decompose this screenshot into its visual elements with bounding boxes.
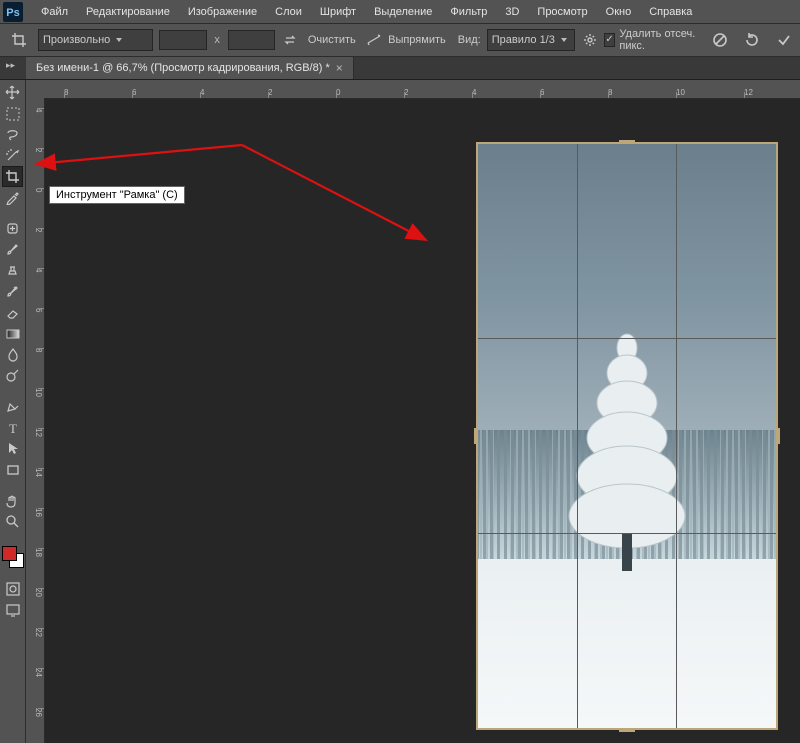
delete-cropped-label: Удалить отсеч. пикс.: [619, 28, 704, 52]
zoom-tool[interactable]: [2, 511, 23, 532]
clone-stamp-tool[interactable]: [2, 260, 23, 281]
aspect-ratio-dropdown[interactable]: Произвольно: [38, 29, 153, 51]
ruler-tick: 20: [34, 588, 43, 597]
menu-window[interactable]: Окно: [597, 2, 641, 22]
ruler-tick: 12: [34, 428, 43, 437]
marquee-tool[interactable]: [2, 103, 23, 124]
dimension-separator: x: [213, 34, 222, 46]
lasso-tool[interactable]: [2, 124, 23, 145]
ruler-tick: 18: [34, 548, 43, 557]
screen-mode-toggle[interactable]: [2, 599, 23, 620]
crop-handle-top[interactable]: [619, 140, 635, 144]
image-content-tree: [557, 318, 697, 598]
brush-tool[interactable]: [2, 239, 23, 260]
healing-brush-tool[interactable]: [2, 218, 23, 239]
eyedropper-tool[interactable]: [2, 187, 23, 208]
photoshop-logo: Ps: [0, 0, 26, 23]
quickmask-toggle[interactable]: [2, 578, 23, 599]
ruler-tick: 16: [34, 508, 43, 517]
aspect-ratio-label: Произвольно: [43, 34, 110, 46]
ruler-tick: 26: [34, 708, 43, 717]
canvas-area[interactable]: 8642024681012 4202468101214161820222426: [26, 80, 800, 743]
menu-help[interactable]: Справка: [640, 2, 701, 22]
workspace: T 8642024681012 420246810121416182022242…: [0, 80, 800, 743]
vertical-ruler[interactable]: 4202468101214161820222426: [26, 98, 45, 743]
overlay-view-value: Правило 1/3: [492, 34, 555, 46]
crop-tool[interactable]: [2, 166, 23, 187]
clear-button[interactable]: Очистить: [304, 29, 360, 51]
chevron-down-icon: [561, 38, 567, 42]
menu-select[interactable]: Выделение: [365, 2, 441, 22]
ruler-tick: 10: [676, 88, 685, 97]
menu-3d[interactable]: 3D: [496, 2, 528, 22]
menu-filter[interactable]: Фильтр: [441, 2, 496, 22]
swap-dimensions-button[interactable]: [281, 30, 297, 50]
options-bar: Произвольно x Очистить Выпрямить Вид: Пр…: [0, 24, 800, 57]
reset-crop-button[interactable]: [742, 30, 762, 50]
view-label: Вид:: [458, 34, 481, 46]
ruler-tick: 14: [34, 468, 43, 477]
overlay-view-dropdown[interactable]: Правило 1/3: [487, 29, 576, 51]
svg-text:Ps: Ps: [6, 7, 19, 19]
pen-tool[interactable]: [2, 396, 23, 417]
tool-tooltip: Инструмент "Рамка" (C): [49, 186, 185, 204]
toolbox: T: [0, 80, 26, 743]
hand-tool[interactable]: [2, 490, 23, 511]
menu-type[interactable]: Шрифт: [311, 2, 365, 22]
move-tool[interactable]: [2, 82, 23, 103]
rectangle-tool[interactable]: [2, 459, 23, 480]
menu-image[interactable]: Изображение: [179, 2, 266, 22]
crop-options-gear-icon[interactable]: [581, 30, 597, 50]
eraser-tool[interactable]: [2, 302, 23, 323]
crop-tool-icon[interactable]: [6, 29, 32, 51]
ruler-tick: 12: [744, 88, 753, 97]
ruler-tick: 24: [34, 668, 43, 677]
crop-width-field[interactable]: [159, 30, 207, 50]
document-tab-title: Без имени-1 @ 66,7% (Просмотр кадрирован…: [36, 62, 330, 74]
close-tab-icon[interactable]: ×: [336, 62, 343, 74]
menu-file[interactable]: Файл: [32, 2, 77, 22]
crop-handle-bottom[interactable]: [619, 728, 635, 732]
menubar: Ps Файл Редактирование Изображение Слои …: [0, 0, 800, 24]
gradient-tool[interactable]: [2, 323, 23, 344]
menu-view[interactable]: Просмотр: [528, 2, 596, 22]
panel-collapser-icon[interactable]: ▸▸: [6, 60, 15, 71]
menu-edit[interactable]: Редактирование: [77, 2, 179, 22]
crop-height-field[interactable]: [228, 30, 276, 50]
cancel-crop-button[interactable]: [710, 30, 730, 50]
chevron-down-icon: [116, 38, 122, 42]
document-tab-row: Без имени-1 @ 66,7% (Просмотр кадрирован…: [0, 57, 800, 80]
horizontal-ruler[interactable]: 8642024681012: [44, 80, 800, 99]
path-select-tool[interactable]: [2, 438, 23, 459]
checkbox-on-icon: [604, 33, 616, 47]
color-swatches[interactable]: [2, 546, 24, 568]
document-canvas[interactable]: [476, 142, 778, 730]
history-brush-tool[interactable]: [2, 281, 23, 302]
ruler-tick: 22: [34, 628, 43, 637]
crop-handle-top-right[interactable]: [762, 142, 778, 158]
menu-layers[interactable]: Слои: [266, 2, 311, 22]
delete-cropped-checkbox[interactable]: Удалить отсеч. пикс.: [604, 28, 704, 52]
foreground-color-swatch[interactable]: [2, 546, 17, 561]
crop-handle-bottom-right[interactable]: [762, 714, 778, 730]
dodge-tool[interactable]: [2, 365, 23, 386]
straighten-icon[interactable]: [366, 30, 382, 50]
commit-crop-button[interactable]: [774, 30, 794, 50]
blur-tool[interactable]: [2, 344, 23, 365]
magic-wand-tool[interactable]: [2, 145, 23, 166]
crop-handle-bottom-left[interactable]: [476, 714, 492, 730]
ruler-tick: 10: [34, 388, 43, 397]
type-tool[interactable]: T: [2, 417, 23, 438]
straighten-label: Выпрямить: [388, 34, 446, 46]
svg-text:T: T: [9, 421, 17, 435]
crop-handle-top-left[interactable]: [476, 142, 492, 158]
ruler-origin[interactable]: [26, 80, 45, 99]
document-tab[interactable]: Без имени-1 @ 66,7% (Просмотр кадрирован…: [26, 57, 354, 79]
